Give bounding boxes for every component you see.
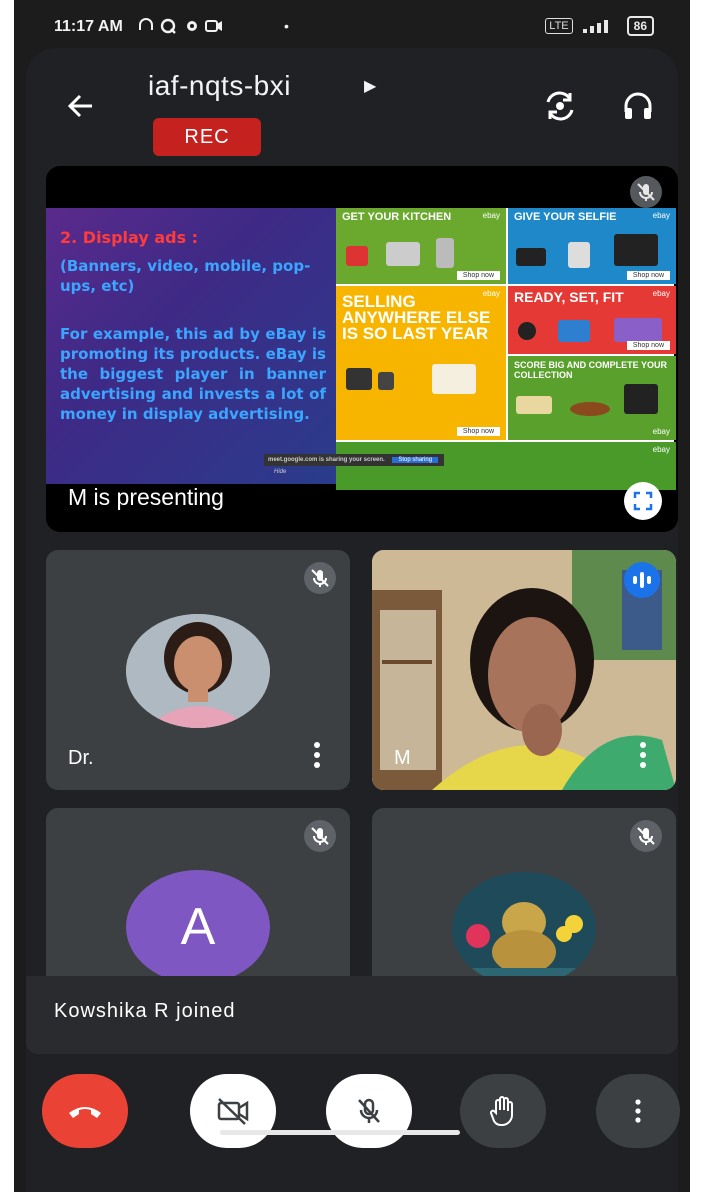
ad-shop-button: Shop now (626, 341, 670, 350)
ad-shop-button: Shop now (456, 271, 500, 280)
meeting-code[interactable]: iaf-nqts-bxi (148, 70, 291, 102)
product-image (570, 402, 610, 416)
participant-name: M (394, 747, 411, 769)
more-options-icon[interactable] (640, 742, 646, 768)
meet-app: iaf-nqts-bxi ▶ REC 2. Display ads: (Ban… (26, 48, 680, 1192)
ad-kitchen-text: GET YOUR KITCHEN (342, 211, 452, 223)
ad-ready-text: READY, SET, FIT (514, 289, 624, 305)
meeting-info-arrow-icon[interactable]: ▶ (364, 76, 376, 96)
product-image (436, 238, 454, 268)
status-bar: 11:17 AM • LTE 86 (14, 0, 690, 48)
ad-brand: ebay (482, 289, 500, 298)
participant-video-tile[interactable]: M (372, 550, 676, 790)
raise-hand-icon (490, 1096, 513, 1127)
fullscreen-icon[interactable] (624, 482, 662, 520)
call-controls (26, 1074, 680, 1154)
muted-mic-icon (304, 820, 336, 852)
ad-selfie: GIVE YOUR SELFIE ebay Shop now (508, 208, 676, 284)
presenter-label: M is presenting (68, 484, 224, 510)
slide-heading: 2. Display ads : (60, 228, 199, 247)
product-image (624, 384, 658, 414)
product-image (346, 368, 372, 390)
lte-badge: LTE (545, 18, 573, 34)
join-toast: Kowshika R joined (54, 1000, 236, 1022)
avatar (452, 872, 596, 986)
status-dot: • (284, 18, 289, 34)
signal-icon (582, 19, 617, 33)
ad-brand: ebay (482, 211, 500, 220)
avatar (126, 614, 270, 728)
muted-mic-icon (630, 176, 662, 208)
product-image (568, 242, 590, 268)
ad-brand: ebay (652, 445, 670, 454)
participant-tile[interactable]: Dr. (46, 550, 350, 790)
status-right: LTE 86 (545, 16, 654, 36)
ad-selling: SELLING ANYWHERE ELSE IS SO LAST YEAR eb… (336, 286, 506, 440)
share-bar-text: meet.google.com is sharing your screen. (268, 457, 385, 463)
participant-name: Dr. (68, 747, 94, 769)
product-image (614, 234, 658, 266)
share-bar-hide: Hide (274, 469, 287, 475)
product-image (378, 372, 394, 390)
notification-icons-svg (139, 18, 222, 34)
ad-shop-button: Shop now (626, 271, 670, 280)
speaking-indicator-icon (624, 562, 660, 598)
top-bar: iaf-nqts-bxi ▶ REC (26, 48, 678, 168)
product-image (516, 396, 552, 414)
camera-toggle-button[interactable] (190, 1074, 276, 1148)
recording-badge: REC (153, 118, 261, 156)
product-image (558, 320, 590, 342)
product-image (386, 242, 420, 266)
ad-selling-text: SELLING ANYWHERE ELSE IS SO LAST YEAR (342, 292, 491, 343)
slide-text-panel: 2. Display ads : (Banners, video, mobile… (46, 208, 336, 484)
raise-hand-button[interactable] (460, 1074, 546, 1148)
ad-score: SCORE BIG AND COMPLETE YOUR COLLECTION e… (508, 356, 676, 440)
slide-body: For example, this ad by eBay is promotin… (60, 325, 326, 423)
ad-shop-button: Shop now (456, 427, 500, 436)
muted-mic-icon (630, 820, 662, 852)
ad-brand: ebay (652, 427, 670, 436)
home-indicator[interactable] (220, 1130, 460, 1135)
product-image (614, 318, 662, 342)
notification-icons (138, 18, 228, 38)
phone-screen: 11:17 AM • LTE 86 iaf-nqts-bxi ▶ REC 2. … (14, 0, 690, 1192)
muted-mic-icon (304, 562, 336, 594)
ad-ready-set-fit: READY, SET, FIT ebay Shop now (508, 286, 676, 354)
ad-kitchen: GET YOUR KITCHEN ebay Shop now (336, 208, 506, 284)
end-call-icon (69, 1107, 101, 1118)
switch-camera-icon[interactable] (542, 88, 578, 124)
audio-output-icon[interactable] (620, 88, 656, 124)
ad-score-text: SCORE BIG AND COMPLETE YOUR COLLECTION (514, 360, 668, 380)
mic-toggle-button[interactable] (326, 1074, 412, 1148)
product-image (518, 322, 536, 340)
camera-off-icon (217, 1098, 249, 1125)
more-vert-icon (635, 1099, 641, 1123)
product-image (516, 248, 546, 266)
ad-selfie-text: GIVE YOUR SELFIE (514, 211, 617, 223)
avatar-initial: A (126, 870, 270, 984)
mic-off-icon (358, 1098, 380, 1123)
status-time: 11:17 AM (54, 18, 123, 35)
ad-brand: ebay (652, 289, 670, 298)
shared-slide: 2. Display ads : (Banners, video, mobile… (46, 208, 676, 490)
battery-icon: 86 (626, 16, 654, 36)
screen-share-bar: meet.google.com is sharing your screen. … (264, 454, 444, 475)
presentation-tile[interactable]: 2. Display ads : (Banners, video, mobile… (46, 166, 678, 532)
product-image (346, 246, 368, 266)
more-options-button[interactable] (596, 1074, 680, 1148)
product-image (432, 364, 476, 394)
ad-brand: ebay (652, 211, 670, 220)
back-arrow-icon[interactable] (62, 88, 98, 124)
more-options-icon[interactable] (314, 742, 320, 768)
ebay-ad-collage: GET YOUR KITCHEN ebay Shop now GIVE YOUR… (336, 208, 676, 490)
end-call-button[interactable] (42, 1074, 128, 1148)
slide-subheading: (Banners, video, mobile, pop-ups, etc) (60, 257, 311, 295)
share-bar-stop: Stop sharing (392, 457, 439, 463)
